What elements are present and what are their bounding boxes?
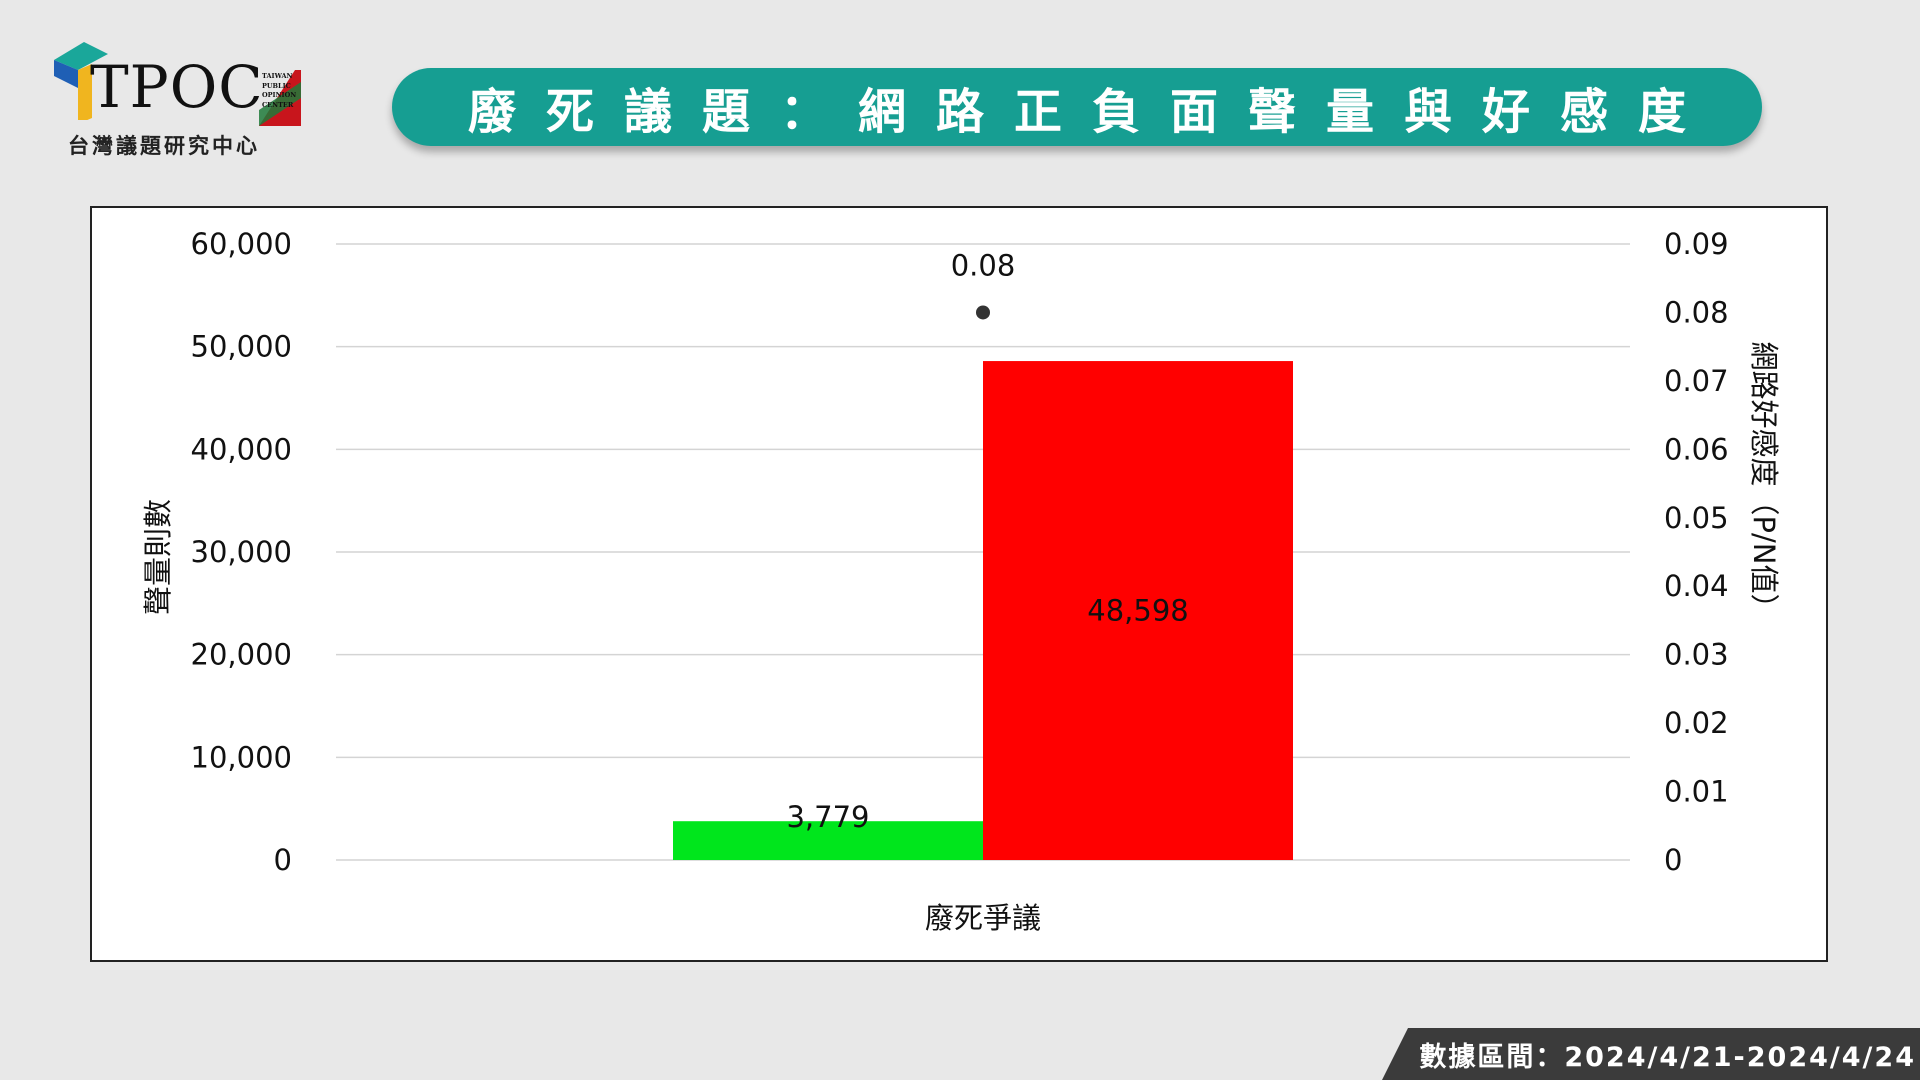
ratio-point (976, 305, 990, 320)
y-tick-label: 60,000 (191, 227, 292, 261)
page-title: 廢死議題：網路正負面聲量與好感度 (467, 84, 1716, 140)
logo-badge-text: TAIWAN PUBLIC OPINION CENTER (262, 72, 297, 109)
bar-value-label: 48,598 (1087, 594, 1188, 628)
y2-tick-label: 0.05 (1664, 501, 1729, 535)
y2-tick-label: 0.03 (1664, 638, 1729, 672)
y-tick-label: 30,000 (191, 535, 292, 569)
date-range: 數據區間：2024/4/21-2024/4/24 (1419, 1041, 1916, 1073)
y-tick-label: 50,000 (191, 330, 292, 364)
chart: 010,00020,00030,00040,00050,00060,000 00… (141, 227, 1781, 935)
right-axis-ticks: 0 0.01 0.02 0.03 0.04 0.05 0.06 0.07 0.08 0.09 (1664, 227, 1729, 877)
bar-value-label: 3,779 (786, 800, 869, 834)
tpoc-logo: TPOC TAIWAN PUBLIC OPINION CENTER 台灣議題研究… (52, 40, 312, 160)
y-axis-title: 聲量則數 (141, 499, 175, 615)
y-tick-label: 10,000 (191, 740, 292, 774)
y2-tick-label: 0.01 (1664, 775, 1729, 809)
y2-tick-label: 0.07 (1664, 364, 1729, 398)
y2-tick-label: 0.08 (1664, 295, 1729, 329)
logo-wordmark: TPOC (90, 53, 264, 121)
y2-tick-label: 0 (1664, 843, 1682, 877)
y2-tick-label: 0.02 (1664, 706, 1729, 740)
title-banner: 廢死議題：網路正負面聲量與好感度 (392, 68, 1762, 146)
x-category-label: 廢死爭議 (925, 901, 1041, 935)
ratio-value-label: 0.08 (951, 248, 1016, 282)
date-range-footer: 數據區間：2024/4/21-2024/4/24 (1382, 1028, 1920, 1080)
y-tick-label: 40,000 (191, 432, 292, 466)
y2-tick-label: 0.06 (1664, 432, 1729, 466)
y-tick-label: 20,000 (191, 638, 292, 672)
left-axis-ticks: 0 10,000 20,000 30,000 40,000 50,000 60,000 (191, 227, 292, 877)
y-tick-label: 0 (274, 843, 292, 877)
bars (673, 361, 1293, 860)
chart-frame: 0 10,000 20,000 30,000 40,000 50,000 60,000 00… (90, 206, 1828, 962)
y2-axis-title: 網路好感度（P/N值） (1747, 342, 1781, 623)
y2-tick-label: 0.09 (1664, 227, 1729, 261)
y2-tick-label: 0.04 (1664, 569, 1729, 603)
logo-subtitle: 台灣議題研究中心 (68, 134, 260, 158)
